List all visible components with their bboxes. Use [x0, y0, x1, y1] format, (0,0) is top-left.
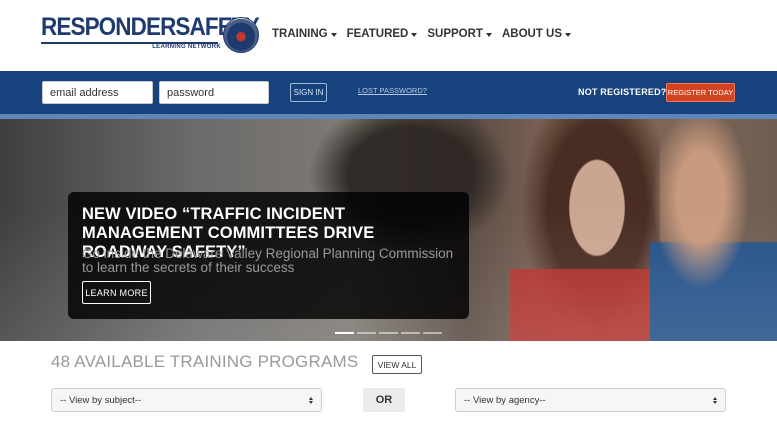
caret-down-icon — [485, 32, 492, 37]
nav-support-label: SUPPORT — [427, 28, 483, 40]
nav-training[interactable]: TRAINING — [272, 28, 337, 40]
not-registered-label: NOT REGISTERED? — [578, 87, 667, 97]
caret-down-icon — [330, 32, 337, 37]
nav-about-us-label: ABOUT US — [501, 28, 563, 40]
nav-featured-label: FEATURED — [346, 28, 409, 40]
main-nav: TRAINING FEATURED SUPPORT ABOUT US — [272, 28, 572, 40]
sign-in-button[interactable]: SIGN IN — [290, 83, 327, 102]
view-all-button[interactable]: VIEW ALL — [372, 355, 422, 374]
hero-text: Go inside the Delaware Valley Regional P… — [82, 246, 454, 275]
password-field[interactable]: password — [159, 81, 269, 104]
email-field[interactable]: email address — [42, 81, 153, 104]
site-header: RESPONDERSAFETY LEARNING NETWORK TRAININ… — [0, 0, 777, 71]
nav-featured[interactable]: FEATURED — [347, 28, 418, 40]
hero-caption: NEW VIDEO “TRAFFIC INCIDENT MANAGEMENT C… — [68, 192, 469, 319]
agency-select-value: -- View by agency-- — [464, 394, 546, 406]
register-button[interactable]: REGISTER TODAY — [666, 83, 735, 102]
nav-about-us[interactable]: ABOUT US — [501, 28, 572, 40]
nav-training-label: TRAINING — [272, 28, 328, 40]
or-label: OR — [363, 388, 405, 412]
logo-subtext: LEARNING NETWORK — [152, 44, 221, 50]
caret-down-icon — [411, 32, 418, 37]
subject-select-value: -- View by subject-- — [60, 394, 142, 406]
agency-select[interactable]: -- View by agency-- — [455, 388, 726, 412]
learn-more-button[interactable]: LEARN MORE — [82, 281, 151, 304]
subject-select[interactable]: -- View by subject-- — [51, 388, 322, 412]
caret-down-icon — [565, 32, 572, 37]
site-logo[interactable]: RESPONDERSAFETY LEARNING NETWORK — [41, 14, 260, 54]
lost-password-link[interactable]: LOST PASSWORD? — [358, 86, 427, 95]
carousel-dot[interactable] — [379, 332, 398, 334]
select-arrows-icon — [713, 396, 717, 404]
carousel-dot[interactable] — [401, 332, 420, 334]
carousel-dot[interactable] — [423, 332, 442, 334]
carousel-dot[interactable] — [357, 332, 376, 334]
carousel-dot[interactable] — [335, 332, 354, 334]
seal-icon — [223, 17, 259, 53]
programs-title: 48 AVAILABLE TRAINING PROGRAMS — [51, 352, 359, 371]
login-bar: email address password SIGN IN LOST PASS… — [0, 71, 777, 114]
nav-support[interactable]: SUPPORT — [427, 28, 492, 40]
select-arrows-icon — [309, 396, 313, 404]
carousel-indicators — [335, 332, 442, 334]
